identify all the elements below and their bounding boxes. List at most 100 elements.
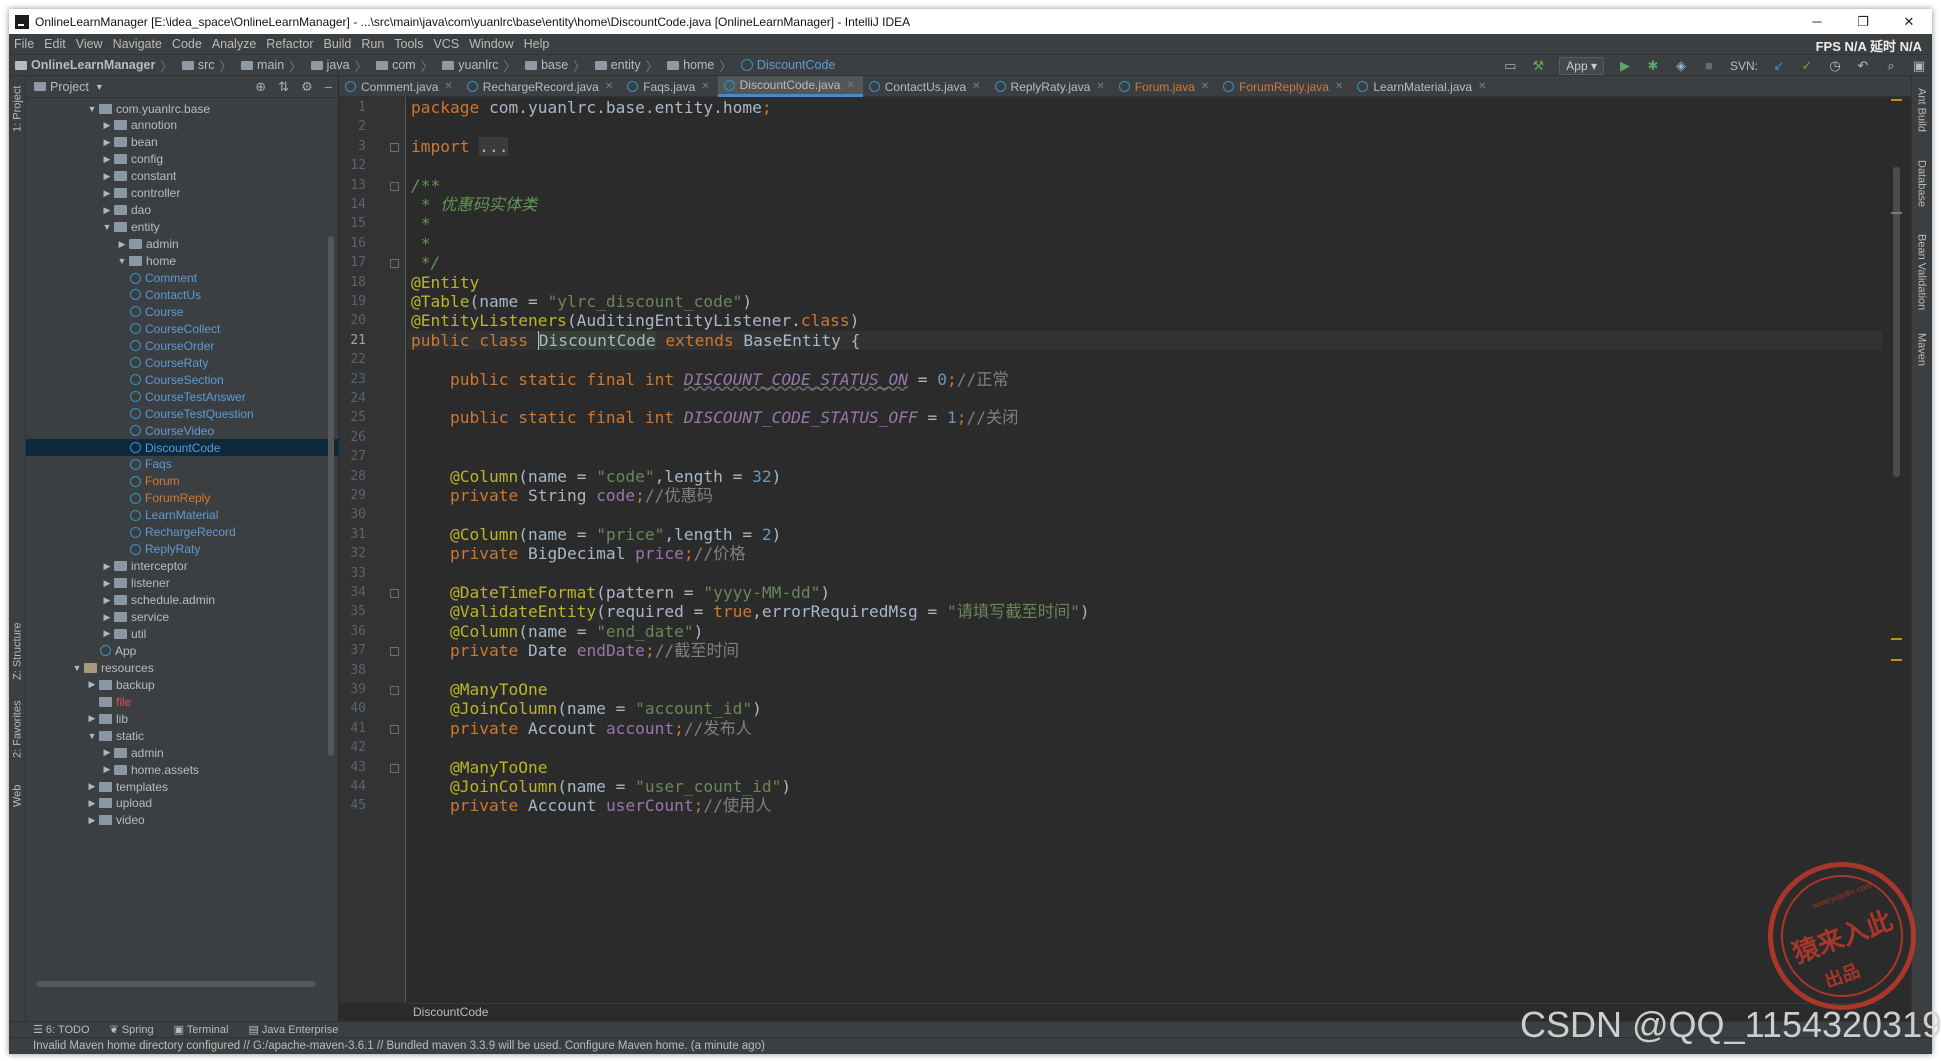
tree-folder-item[interactable]: ▶ schedule.admin bbox=[26, 592, 339, 609]
close-tab-icon[interactable]: ✕ bbox=[1096, 81, 1104, 92]
expand-right-icon[interactable]: ▶ bbox=[100, 764, 114, 775]
project-structure-icon[interactable]: ▭ bbox=[1503, 59, 1517, 73]
tool-tab-todo[interactable]: ☰ 6: TODO bbox=[33, 1023, 90, 1036]
code-line[interactable]: @Column(name = "code",length = 32) bbox=[407, 467, 1882, 486]
code-line[interactable]: private BigDecimal price;//价格 bbox=[407, 544, 1882, 563]
code-line[interactable]: @DateTimeFormat(pattern = "yyyy-MM-dd") bbox=[407, 583, 1882, 602]
close-tab-icon[interactable]: ✕ bbox=[1201, 81, 1209, 92]
code-line[interactable]: private String code;//优惠码 bbox=[407, 486, 1882, 505]
editor-tab[interactable]: Forum.java ✕ bbox=[1113, 76, 1217, 97]
tree-class-item[interactable]: CourseTestQuestion bbox=[26, 405, 339, 422]
error-stripe-mark[interactable] bbox=[1891, 99, 1902, 101]
code-line[interactable]: public class DiscountCode extends BaseEn… bbox=[407, 330, 1882, 351]
code-line[interactable]: import ... bbox=[407, 136, 1882, 156]
menu-window[interactable]: Window bbox=[469, 37, 513, 51]
tool-tab-database[interactable]: Database bbox=[1911, 154, 1932, 214]
code-line[interactable] bbox=[407, 350, 1882, 369]
fold-marker-icon[interactable] bbox=[390, 181, 399, 191]
locate-icon[interactable]: ⊕ bbox=[255, 79, 266, 95]
breadcrumb-src[interactable]: src 〉 bbox=[181, 56, 237, 75]
expand-right-icon[interactable]: ▶ bbox=[100, 188, 114, 199]
code-line[interactable] bbox=[407, 505, 1882, 524]
fold-marker-icon[interactable] bbox=[390, 686, 399, 695]
editor-tab[interactable]: ForumReply.java ✕ bbox=[1217, 76, 1351, 97]
close-tab-icon[interactable]: ✕ bbox=[1478, 81, 1486, 92]
tree-folder-item[interactable]: ▶ dao bbox=[26, 202, 339, 219]
code-line[interactable] bbox=[407, 661, 1882, 680]
expand-right-icon[interactable]: ▶ bbox=[100, 171, 114, 182]
maximize-button[interactable]: ❐ bbox=[1840, 14, 1886, 30]
tree-class-item[interactable]: CourseCollect bbox=[26, 320, 339, 337]
expand-down-icon[interactable]: ▼ bbox=[70, 663, 84, 673]
tree-class-item[interactable]: LearnMaterial bbox=[26, 507, 339, 524]
breadcrumb-yuanlrc[interactable]: yuanlrc 〉 bbox=[442, 56, 521, 75]
breadcrumb-main[interactable]: main 〉 bbox=[241, 56, 307, 75]
tool-tab-bean-validation[interactable]: Bean Validation bbox=[1911, 226, 1932, 318]
menu-vcs[interactable]: VCS bbox=[433, 37, 459, 51]
code-line[interactable]: * bbox=[407, 214, 1882, 233]
tree-class-item[interactable]: CourseRaty bbox=[26, 354, 339, 371]
tree-class-item[interactable]: Comment bbox=[26, 270, 339, 287]
expand-right-icon[interactable]: ▶ bbox=[100, 154, 114, 165]
close-tab-icon[interactable]: ✕ bbox=[1335, 81, 1343, 92]
tree-folder-item[interactable]: ▶ admin bbox=[26, 236, 339, 253]
close-tab-icon[interactable]: ✕ bbox=[444, 81, 452, 92]
editor-tab[interactable]: DiscountCode.java ✕ bbox=[717, 76, 863, 97]
coverage-icon[interactable]: ◈ bbox=[1674, 59, 1688, 73]
code-line[interactable]: private Date endDate;//截至时间 bbox=[407, 641, 1882, 660]
code-line[interactable] bbox=[407, 389, 1882, 408]
tool-tab-java-enterprise[interactable]: ▤ Java Enterprise bbox=[248, 1023, 338, 1036]
close-button[interactable]: ✕ bbox=[1886, 14, 1932, 30]
breadcrumb-base[interactable]: base 〉 bbox=[525, 56, 591, 75]
tool-tab-structure[interactable]: Z: Structure bbox=[9, 616, 26, 686]
expand-right-icon[interactable]: ▶ bbox=[100, 137, 114, 148]
tree-folder-item[interactable]: ▶ interceptor bbox=[26, 558, 339, 575]
code-line[interactable]: /** bbox=[407, 176, 1882, 195]
tree-folder-item[interactable]: ▼ home bbox=[26, 253, 339, 270]
fold-marker-icon[interactable] bbox=[390, 142, 399, 152]
tree-folder-item[interactable]: ▶ backup bbox=[26, 676, 339, 693]
run-icon[interactable]: ▶ bbox=[1618, 59, 1632, 73]
close-tab-icon[interactable]: ✕ bbox=[972, 81, 980, 92]
expand-down-icon[interactable]: ▼ bbox=[85, 104, 99, 114]
close-tab-icon[interactable]: ✕ bbox=[846, 80, 854, 91]
tree-folder-item[interactable]: ▼ entity bbox=[26, 219, 339, 236]
tree-folder-item[interactable]: ▶ controller bbox=[26, 185, 339, 202]
error-stripe-mark[interactable] bbox=[1891, 212, 1902, 214]
revert-icon[interactable]: ↶ bbox=[1856, 59, 1870, 73]
code-line[interactable]: @JoinColumn(name = "account_id") bbox=[407, 699, 1882, 718]
search-icon[interactable]: ⌕ bbox=[1884, 59, 1898, 73]
svn-update-icon[interactable]: ↙ bbox=[1772, 59, 1786, 73]
breadcrumb-discountcode[interactable]: DiscountCode bbox=[740, 58, 835, 72]
tree-folder-item[interactable]: ▶ config bbox=[26, 151, 339, 168]
tree-folder-item[interactable]: ▶ util bbox=[26, 625, 339, 642]
menu-file[interactable]: File bbox=[14, 37, 34, 51]
tree-class-item[interactable]: CourseVideo bbox=[26, 422, 339, 439]
editor-tab[interactable]: ContactUs.java ✕ bbox=[863, 76, 989, 97]
chevron-down-icon[interactable]: ▼ bbox=[95, 82, 104, 92]
fold-marker-icon[interactable] bbox=[390, 589, 399, 598]
tree-folder-item[interactable]: ▶ lib bbox=[26, 710, 339, 727]
code-line[interactable] bbox=[407, 564, 1882, 583]
tree-folder-item[interactable]: ▶ listener bbox=[26, 575, 339, 592]
build-hammer-icon[interactable]: ⚒ bbox=[1531, 59, 1545, 73]
tree-folder-item[interactable]: ▶ admin bbox=[26, 744, 339, 761]
code-line[interactable]: private Account account;//发布人 bbox=[407, 719, 1882, 738]
menu-analyze[interactable]: Analyze bbox=[212, 37, 256, 51]
code-line[interactable]: * 优惠码实体类 bbox=[407, 195, 1882, 214]
menu-help[interactable]: Help bbox=[524, 37, 550, 51]
expand-right-icon[interactable]: ▶ bbox=[85, 679, 99, 690]
tree-folder-item[interactable]: ▶ video bbox=[26, 812, 339, 829]
code-view[interactable]: package com.yuanlrc.base.entity.home; imp… bbox=[407, 97, 1882, 1003]
error-stripe-mark[interactable] bbox=[1891, 638, 1902, 640]
breadcrumb-project[interactable]: OnlineLearnManager 〉 bbox=[15, 56, 178, 75]
debug-icon[interactable]: ✱ bbox=[1646, 59, 1660, 73]
tree-class-item[interactable]: ForumReply bbox=[26, 490, 339, 507]
editor-scrollbar[interactable] bbox=[1891, 97, 1902, 1003]
tree-class-item[interactable]: ReplyRaty bbox=[26, 541, 339, 558]
tree-class-item[interactable]: Forum bbox=[26, 473, 339, 490]
fold-marker-icon[interactable] bbox=[390, 763, 399, 773]
expand-right-icon[interactable]: ▶ bbox=[100, 578, 114, 589]
tree-folder-item[interactable]: ▶ service bbox=[26, 609, 339, 626]
tree-scrollbar[interactable] bbox=[328, 236, 334, 756]
